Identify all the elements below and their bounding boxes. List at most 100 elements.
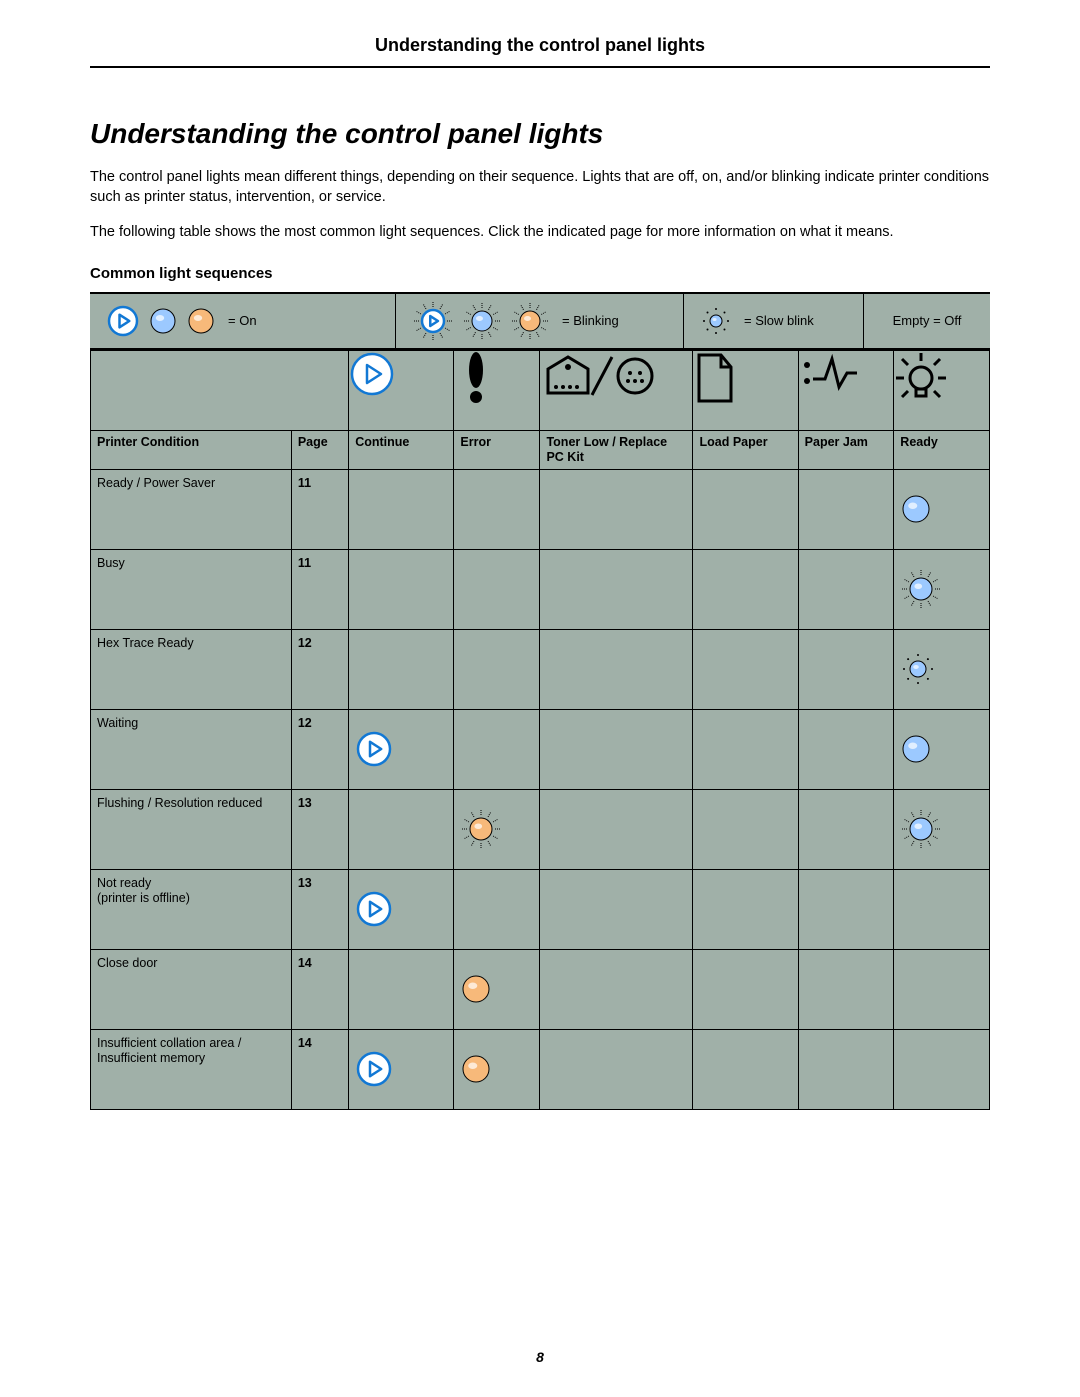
intro-paragraph-1: The control panel lights mean different … <box>90 168 990 207</box>
ready-header-icon <box>894 351 948 405</box>
loadpaper-cell <box>693 1029 798 1109</box>
continue-cell <box>349 709 454 789</box>
continue-cell <box>349 1029 454 1109</box>
page-number: 8 <box>0 1349 1080 1365</box>
continue-cell <box>349 789 454 869</box>
continue-cell <box>349 469 454 549</box>
col-loadpaper: Load Paper <box>693 430 798 469</box>
loadpaper-cell <box>693 709 798 789</box>
loadpaper-cell <box>693 949 798 1029</box>
legend-slow-icon <box>700 305 732 337</box>
condition-cell: Flushing / Resolution reduced <box>91 789 292 869</box>
condition-cell: Not ready (printer is offline) <box>91 869 292 949</box>
header-loadpaper-icon-cell <box>693 350 798 430</box>
paperjam-cell <box>798 869 894 949</box>
col-ready: Ready <box>894 430 990 469</box>
page-link[interactable]: 12 <box>291 629 348 709</box>
condition-cell: Waiting <box>91 709 292 789</box>
error-cell <box>454 469 540 549</box>
table-row: Busy11 <box>91 549 990 629</box>
page-link[interactable]: 14 <box>291 949 348 1029</box>
error-cell <box>454 629 540 709</box>
page-link[interactable]: 12 <box>291 709 348 789</box>
loadpaper-cell <box>693 549 798 629</box>
header-rule <box>90 66 990 68</box>
ready-cell <box>894 869 990 949</box>
header-blank <box>91 350 349 430</box>
toner-cell <box>540 789 693 869</box>
error-cell <box>454 549 540 629</box>
toner-cell <box>540 949 693 1029</box>
toner-cell <box>540 1029 693 1109</box>
condition-cell: Close door <box>91 949 292 1029</box>
column-icon-row <box>91 350 990 430</box>
error-cell <box>454 949 540 1029</box>
toner-cell <box>540 629 693 709</box>
table-row: Not ready (printer is offline)13 <box>91 869 990 949</box>
legend-blinking-label: = Blinking <box>562 313 619 328</box>
col-page: Page <box>291 430 348 469</box>
legend-blink-blue-icon <box>462 301 502 341</box>
toner-cell <box>540 709 693 789</box>
loadpaper-header-icon <box>693 351 737 405</box>
condition-cell: Ready / Power Saver <box>91 469 292 549</box>
legend-on-label: = On <box>228 313 257 328</box>
ready-cell <box>894 1029 990 1109</box>
header-ready-icon-cell <box>894 350 990 430</box>
header-paperjam-icon-cell <box>798 350 894 430</box>
page-link[interactable]: 11 <box>291 469 348 549</box>
col-toner: Toner Low / Replace PC Kit <box>540 430 693 469</box>
legend-off-label: Empty = Off <box>893 313 962 328</box>
ready-cell <box>894 629 990 709</box>
toner-header-icon <box>540 351 660 401</box>
condition-cell: Hex Trace Ready <box>91 629 292 709</box>
page-link[interactable]: 13 <box>291 789 348 869</box>
page-link[interactable]: 13 <box>291 869 348 949</box>
loadpaper-cell <box>693 869 798 949</box>
loadpaper-cell <box>693 629 798 709</box>
paperjam-cell <box>798 549 894 629</box>
toner-cell <box>540 469 693 549</box>
paperjam-cell <box>798 789 894 869</box>
paperjam-cell <box>798 1029 894 1109</box>
col-paperjam: Paper Jam <box>798 430 894 469</box>
continue-header-icon <box>349 351 395 397</box>
page-heading: Understanding the control panel lights <box>90 118 990 150</box>
continue-cell <box>349 549 454 629</box>
ready-cell <box>894 549 990 629</box>
error-cell <box>454 869 540 949</box>
error-header-icon <box>454 351 498 405</box>
condition-cell: Busy <box>91 549 292 629</box>
paperjam-header-icon <box>799 351 859 395</box>
header-error-icon-cell <box>454 350 540 430</box>
table-row: Waiting12 <box>91 709 990 789</box>
table-row: Insufficient collation area / Insufficie… <box>91 1029 990 1109</box>
ready-cell <box>894 949 990 1029</box>
error-cell <box>454 789 540 869</box>
table-row: Flushing / Resolution reduced13 <box>91 789 990 869</box>
toner-cell <box>540 869 693 949</box>
ready-cell <box>894 709 990 789</box>
legend-on-continue-icon <box>106 304 140 338</box>
intro-paragraph-2: The following table shows the most commo… <box>90 223 990 243</box>
legend-bar: = On = Blinking = Slow blink Empty = Off <box>90 292 990 350</box>
legend-slowblink-label: = Slow blink <box>744 313 814 328</box>
paperjam-cell <box>798 949 894 1029</box>
page-link[interactable]: 14 <box>291 1029 348 1109</box>
error-cell <box>454 709 540 789</box>
legend-on-orange-icon <box>186 306 216 336</box>
error-cell <box>454 1029 540 1109</box>
continue-cell <box>349 629 454 709</box>
ready-cell <box>894 469 990 549</box>
header-continue-icon-cell <box>349 350 454 430</box>
table-row: Ready / Power Saver11 <box>91 469 990 549</box>
continue-cell <box>349 949 454 1029</box>
legend-on-blue-icon <box>148 306 178 336</box>
paperjam-cell <box>798 629 894 709</box>
toner-cell <box>540 549 693 629</box>
running-header: Understanding the control panel lights <box>90 35 990 66</box>
page-link[interactable]: 11 <box>291 549 348 629</box>
column-label-row: Printer Condition Page Continue Error To… <box>91 430 990 469</box>
loadpaper-cell <box>693 789 798 869</box>
table-row: Hex Trace Ready12 <box>91 629 990 709</box>
